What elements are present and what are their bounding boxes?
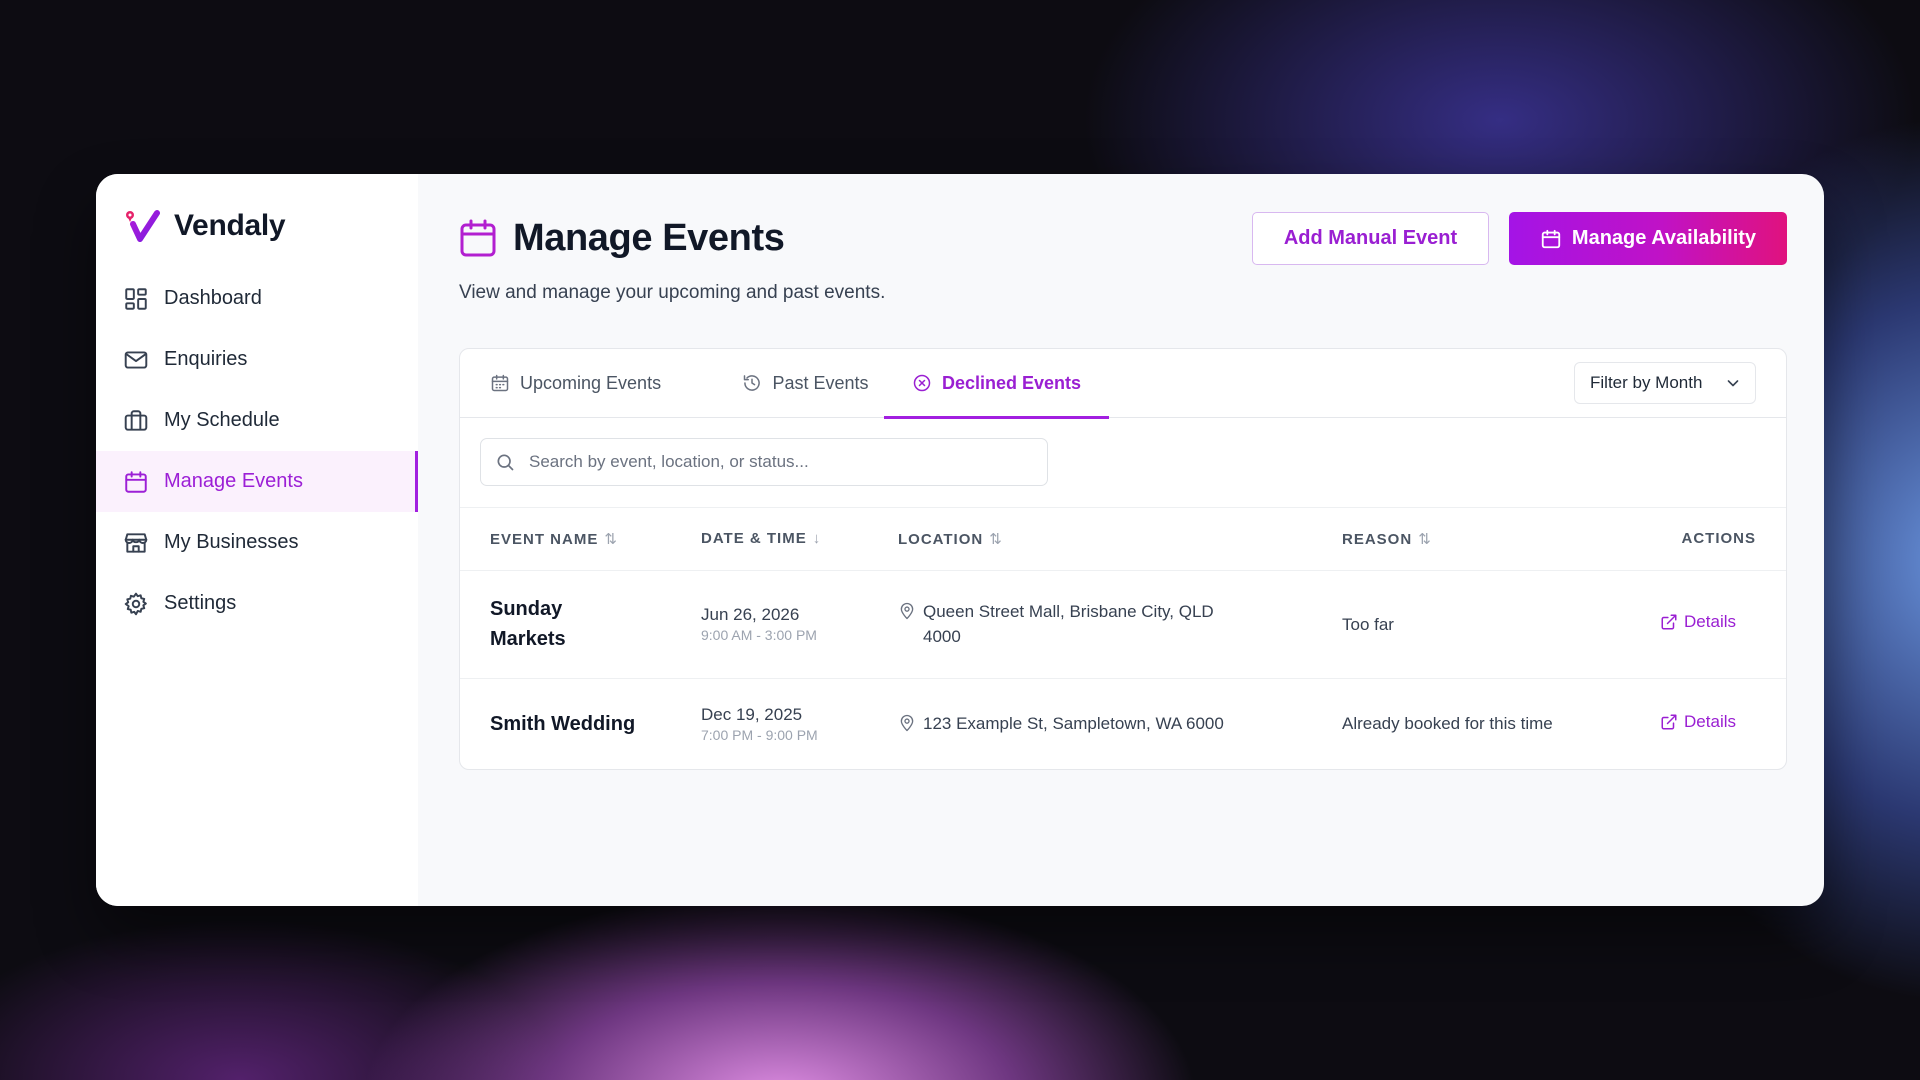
store-icon bbox=[123, 530, 149, 556]
sidebar-item-label: Enquiries bbox=[164, 348, 248, 370]
title-block: Manage Events View and manage your upcom… bbox=[459, 214, 885, 304]
search-area bbox=[460, 418, 1786, 508]
sidebar-item-label: My Schedule bbox=[164, 409, 280, 431]
column-header-actions: ACTIONS bbox=[1582, 508, 1786, 571]
table-row: Sunday Markets Jun 26, 2026 9:00 AM - 3:… bbox=[460, 570, 1786, 679]
vendaly-logo-icon bbox=[126, 210, 160, 242]
dashboard-icon bbox=[123, 286, 149, 312]
gear-icon bbox=[123, 591, 149, 617]
calendar-icon bbox=[1541, 229, 1561, 248]
sort-icon: ⇅ bbox=[604, 530, 617, 548]
events-table: EVENT NAME ⇅ DATE & TIME ↓ LOCATION ⇅ REASO… bbox=[460, 508, 1786, 769]
event-date: Jun 26, 2026 bbox=[701, 605, 800, 624]
column-header-location[interactable]: LOCATION ⇅ bbox=[898, 508, 1342, 571]
map-pin-icon bbox=[900, 715, 914, 732]
add-manual-event-button[interactable]: Add Manual Event bbox=[1252, 212, 1489, 265]
manage-availability-label: Manage Availability bbox=[1571, 227, 1757, 249]
app-window: Vendaly Dashboard Enquiries My Schedule … bbox=[96, 174, 1824, 906]
sidebar-item-my-businesses[interactable]: My Businesses bbox=[96, 512, 418, 573]
details-link[interactable]: Details bbox=[1660, 612, 1736, 632]
filter-by-month-select[interactable]: Filter by Month bbox=[1574, 362, 1756, 404]
column-header-date-time[interactable]: DATE & TIME ↓ bbox=[701, 508, 898, 571]
briefcase-icon bbox=[123, 408, 149, 434]
event-time: 9:00 AM - 3:00 PM bbox=[701, 627, 817, 643]
event-time: 7:00 PM - 9:00 PM bbox=[701, 726, 818, 743]
sidebar-item-dashboard[interactable]: Dashboard bbox=[96, 268, 418, 329]
calendar-icon bbox=[491, 374, 509, 392]
decline-reason: Already booked for this time bbox=[1342, 714, 1553, 734]
manage-availability-button[interactable]: Manage Availability bbox=[1509, 212, 1787, 265]
sort-icon: ⇅ bbox=[1418, 530, 1431, 548]
main-content: Manage Events View and manage your upcom… bbox=[418, 174, 1824, 906]
mail-icon bbox=[123, 347, 149, 373]
search-input[interactable] bbox=[529, 452, 1047, 472]
calendar-icon bbox=[123, 469, 149, 495]
sidebar: Vendaly Dashboard Enquiries My Schedule … bbox=[96, 174, 418, 906]
sidebar-item-label: Manage Events bbox=[164, 470, 303, 492]
event-location: 123 Example St, Sampletown, WA 6000 bbox=[923, 714, 1224, 734]
column-header-reason[interactable]: REASON ⇅ bbox=[1342, 508, 1582, 571]
sidebar-item-label: Dashboard bbox=[164, 287, 262, 309]
page-title: Manage Events bbox=[513, 216, 785, 259]
sidebar-item-my-schedule[interactable]: My Schedule bbox=[96, 390, 418, 451]
calendar-icon bbox=[460, 219, 496, 257]
details-link[interactable]: Details bbox=[1660, 712, 1736, 732]
table-header-row: EVENT NAME ⇅ DATE & TIME ↓ LOCATION ⇅ REASO… bbox=[460, 508, 1786, 571]
tab-bar: Upcoming Events Past Events Declined Eve… bbox=[460, 349, 1786, 419]
table-row: Smith Wedding Dec 19, 2025 7:00 PM - 9:0… bbox=[460, 678, 1786, 769]
event-location: Queen Street Mall, Brisbane City, QLD 40… bbox=[923, 602, 1214, 646]
page-subtitle: View and manage your upcoming and past e… bbox=[459, 282, 886, 303]
event-name: Smith Wedding bbox=[490, 712, 636, 735]
external-link-icon bbox=[1661, 714, 1677, 730]
sort-icon: ⇅ bbox=[989, 530, 1002, 548]
brand[interactable]: Vendaly bbox=[96, 206, 418, 246]
map-pin-icon bbox=[900, 602, 914, 620]
filter-label: Filter by Month bbox=[1590, 373, 1703, 392]
x-circle-icon bbox=[913, 374, 931, 392]
event-name: Sunday Markets bbox=[490, 598, 566, 650]
decline-reason: Too far bbox=[1342, 614, 1394, 634]
tab-upcoming-events[interactable]: Upcoming Events bbox=[490, 349, 727, 417]
events-card: Upcoming Events Past Events Declined Eve… bbox=[459, 348, 1787, 770]
page-header: Manage Events View and manage your upcom… bbox=[459, 212, 1787, 304]
sidebar-item-enquiries[interactable]: Enquiries bbox=[96, 329, 418, 390]
tab-declined-events[interactable]: Declined Events bbox=[884, 349, 1109, 419]
header-actions: Add Manual Event Manage Availability bbox=[1252, 212, 1787, 265]
search-icon bbox=[497, 454, 514, 471]
history-icon bbox=[744, 375, 761, 391]
tab-past-events[interactable]: Past Events bbox=[727, 349, 884, 417]
sidebar-item-settings[interactable]: Settings bbox=[96, 573, 418, 634]
sidebar-item-label: Settings bbox=[164, 592, 237, 614]
sidebar-item-manage-events[interactable]: Manage Events bbox=[96, 451, 418, 512]
chevron-down-icon bbox=[1727, 380, 1739, 387]
tab-label: Upcoming Events bbox=[520, 372, 662, 393]
sort-desc-icon: ↓ bbox=[812, 530, 821, 548]
search-box[interactable] bbox=[480, 438, 1048, 486]
brand-name: Vendaly bbox=[174, 209, 286, 242]
tab-label: Declined Events bbox=[941, 372, 1082, 393]
external-link-icon bbox=[1661, 614, 1677, 630]
column-header-event-name[interactable]: EVENT NAME ⇅ bbox=[460, 508, 701, 571]
tab-label: Past Events bbox=[772, 372, 869, 393]
event-date: Dec 19, 2025 bbox=[701, 704, 803, 724]
sidebar-item-label: My Businesses bbox=[164, 531, 299, 553]
